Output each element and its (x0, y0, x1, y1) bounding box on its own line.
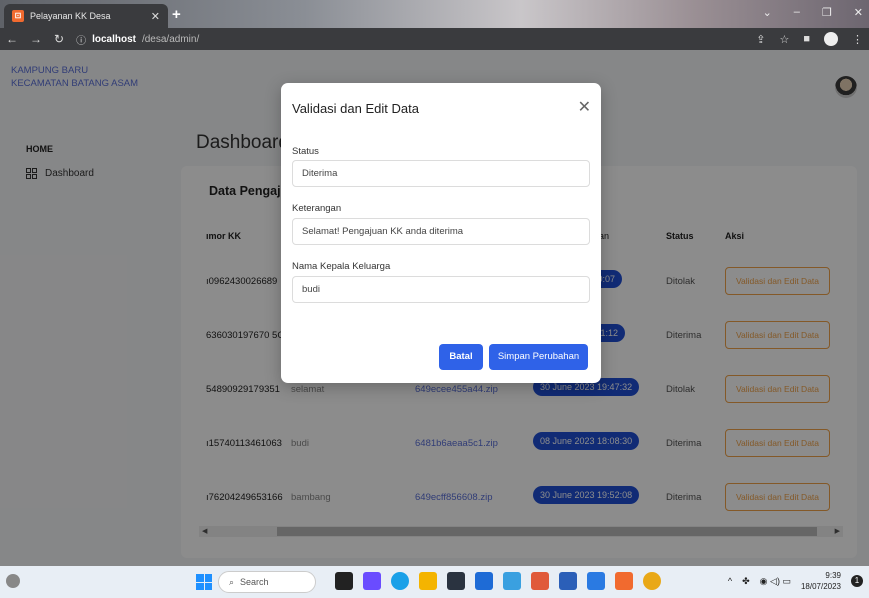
info-icon[interactable]: ⓘ (76, 32, 86, 47)
close-window-button[interactable]: ✕ (854, 6, 863, 19)
app-icon[interactable] (363, 572, 381, 590)
search-placeholder: Search (240, 577, 269, 587)
tray-chevron-icon[interactable]: ^ (728, 576, 732, 586)
widgets-icon[interactable] (6, 574, 20, 588)
clock-date: 18/07/2023 (800, 582, 841, 591)
minimize-button[interactable]: – (794, 6, 800, 19)
new-tab-button[interactable]: + (172, 6, 181, 23)
vscode-icon[interactable] (587, 572, 605, 590)
clock[interactable]: 9:39 18/07/2023 (801, 570, 841, 592)
status-label: Status (292, 146, 319, 157)
start-windows-icon[interactable] (196, 574, 212, 590)
window-controls: ⌄ – ❐ ✕ (763, 6, 863, 19)
kepala-keluarga-input[interactable]: budi (292, 276, 590, 303)
address-bar: ← → ↻ ⓘ localhost/desa/admin/ ⇪ ☆ ■ ⋮ (0, 28, 869, 50)
kepala-keluarga-label: Nama Kepala Keluarga (292, 261, 391, 272)
store-icon[interactable] (475, 572, 493, 590)
xampp-icon[interactable] (615, 572, 633, 590)
powerpoint-icon[interactable] (531, 572, 549, 590)
back-icon[interactable]: ← (6, 32, 18, 46)
cancel-button[interactable]: Batal (439, 344, 483, 370)
notification-badge[interactable]: 1 (851, 575, 863, 587)
taskview-icon[interactable] (335, 572, 353, 590)
word-icon[interactable] (559, 572, 577, 590)
search-icon: ⌕ (229, 576, 235, 587)
network-sound-icon[interactable]: ◉ ◁) ▭ (760, 576, 791, 587)
forward-icon[interactable]: → (30, 32, 42, 46)
tab-close-icon[interactable]: ✕ (151, 10, 160, 23)
url-host: localhost (92, 33, 136, 45)
close-icon[interactable]: ✕ (578, 97, 591, 117)
reload-icon[interactable]: ↻ (54, 32, 64, 46)
restore-button[interactable]: ❐ (822, 6, 832, 19)
taskbar: ⌕ Search ^ ✤ ◉ ◁) ▭ 9:39 18/07/2023 1 (0, 566, 869, 598)
app-icon[interactable] (447, 572, 465, 590)
file-explorer-icon[interactable] (419, 572, 437, 590)
taskbar-apps (335, 572, 661, 590)
browser-tabbar: ⊡ Pelayanan KK Desa ✕ + ⌄ – ❐ ✕ (0, 0, 869, 28)
menu-kebab-icon[interactable]: ⋮ (852, 33, 863, 46)
edit-modal: Validasi dan Edit Data ✕ Status Diterima… (281, 83, 601, 383)
app-icon[interactable] (503, 572, 521, 590)
modal-title: Validasi dan Edit Data (292, 101, 419, 116)
profile-avatar[interactable] (824, 32, 838, 46)
clock-time: 9:39 (825, 571, 841, 580)
browser-tab[interactable]: ⊡ Pelayanan KK Desa ✕ (4, 4, 168, 28)
tab-favicon-icon: ⊡ (12, 10, 24, 22)
taskbar-search[interactable]: ⌕ Search (218, 571, 316, 593)
tab-search-icon[interactable]: ⌄ (763, 6, 772, 19)
bookmark-star-icon[interactable]: ☆ (779, 33, 789, 46)
tray-app-icon[interactable]: ✤ (742, 576, 750, 587)
save-button[interactable]: Simpan Perubahan (489, 344, 588, 370)
url-field[interactable]: ⓘ localhost/desa/admin/ (76, 32, 199, 47)
edge-icon[interactable] (391, 572, 409, 590)
chrome-icon[interactable] (643, 572, 661, 590)
url-path: /desa/admin/ (141, 33, 200, 45)
system-tray: ^ ✤ ◉ ◁) ▭ 9:39 18/07/2023 1 (728, 570, 863, 592)
sidepanel-icon[interactable]: ■ (803, 33, 810, 45)
status-select[interactable]: Diterima (292, 160, 590, 187)
keterangan-label: Keterangan (292, 203, 342, 214)
keterangan-input[interactable]: Selamat! Pengajuan KK anda diterima (292, 218, 590, 245)
share-icon[interactable]: ⇪ (756, 33, 765, 46)
tab-title: Pelayanan KK Desa (30, 11, 111, 21)
